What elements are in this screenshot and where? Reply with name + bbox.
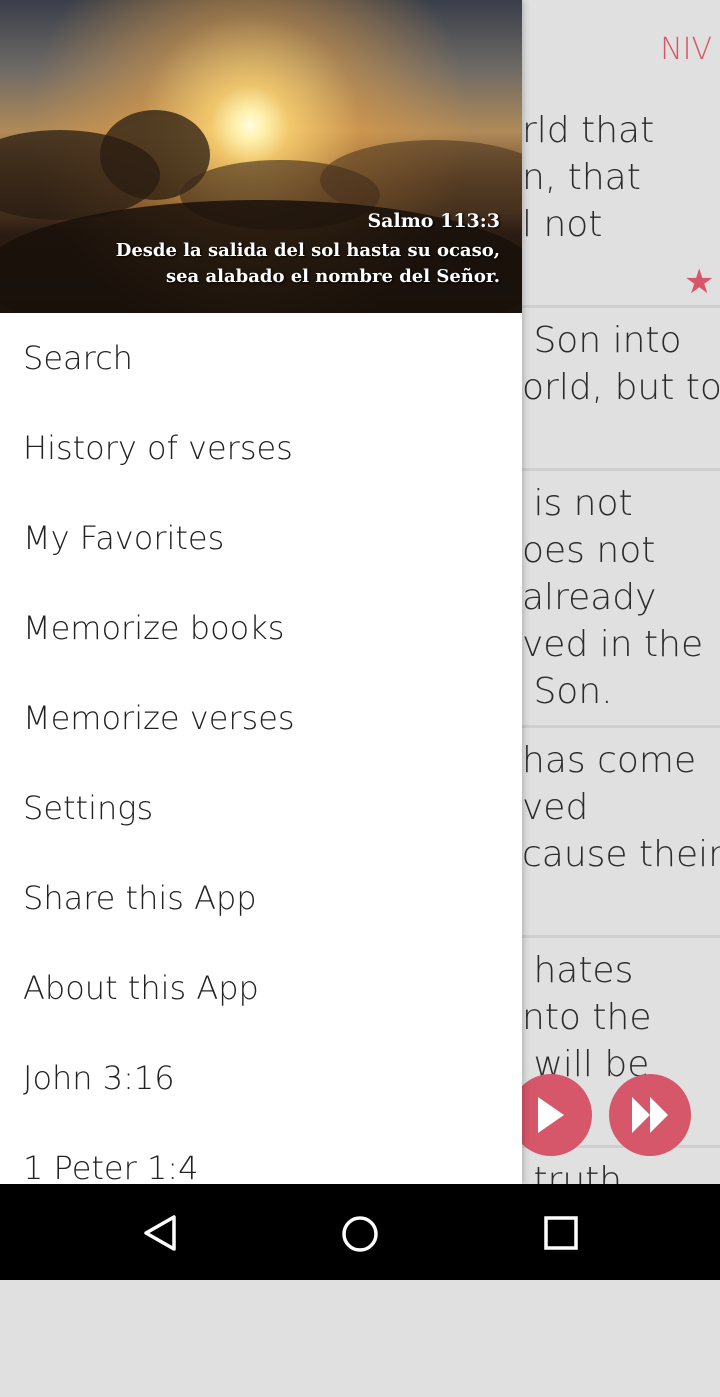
verse-text-line: Son into (522, 320, 682, 361)
version-selector[interactable]: NIV (660, 32, 712, 67)
play-icon (538, 1097, 564, 1133)
menu-item-settings[interactable]: Settings (0, 763, 522, 853)
menu-item-1-peter-1-4[interactable]: 1 Peter 1:4 (0, 1123, 522, 1184)
menu-item-memorize-verses[interactable]: Memorize verses (0, 673, 522, 763)
verse-text-line: hates (522, 950, 634, 991)
verse-text-line: nto the (522, 997, 652, 1038)
menu-item-my-favorites[interactable]: My Favorites (0, 493, 522, 583)
recents-icon[interactable] (543, 1215, 579, 1251)
menu-item-about-this-app[interactable]: About this App (0, 943, 522, 1033)
verse-line-2: sea alabado el nombre del Señor. (165, 266, 500, 287)
verse-text-line: truth (522, 1160, 623, 1184)
verse-text-line: n, that (522, 157, 641, 198)
next-button[interactable] (609, 1074, 691, 1156)
home-icon[interactable] (340, 1214, 380, 1254)
back-icon[interactable] (142, 1214, 178, 1252)
verse-line-1: Desde la salida del sol hasta su ocaso, (115, 240, 500, 261)
menu-item-search[interactable]: Search (0, 313, 522, 403)
menu-item-memorize-books[interactable]: Memorize books (0, 583, 522, 673)
card-divider (522, 725, 720, 728)
menu-item-share-this-app[interactable]: Share this App (0, 853, 522, 943)
card-divider (522, 935, 720, 938)
verse-text-line: has come (522, 740, 697, 781)
verse-text-line: already (522, 577, 657, 618)
play-button[interactable] (510, 1074, 592, 1156)
card-divider (522, 468, 720, 471)
system-navigation-bar (0, 1184, 720, 1280)
menu-item-john-3-16[interactable]: John 3:16 (0, 1033, 522, 1123)
verse-text-line: rld that (522, 110, 655, 151)
menu-item-history-of-verses[interactable]: History of verses (0, 403, 522, 493)
drawer-header-image: Salmo 113:3 Desde la salida del sol hast… (0, 0, 522, 313)
verse-text-line: is not (522, 483, 633, 524)
verse-text-line: ved in the (522, 624, 704, 665)
favorite-star-icon[interactable]: ★ (684, 262, 714, 302)
fast-forward-icon (632, 1097, 668, 1133)
verse-text-line: Son. (522, 671, 613, 712)
verse-text-line: oes not (522, 530, 656, 571)
navigation-drawer: Salmo 113:3 Desde la salida del sol hast… (0, 0, 522, 1184)
verse-text-line: cause their (522, 834, 720, 875)
verse-reference: Salmo 113:3 (367, 210, 500, 232)
verse-text-line: ved (522, 787, 589, 828)
verse-text-line: orld, but to (522, 367, 720, 408)
verse-text-line: l not (522, 204, 603, 245)
card-divider (522, 305, 720, 308)
